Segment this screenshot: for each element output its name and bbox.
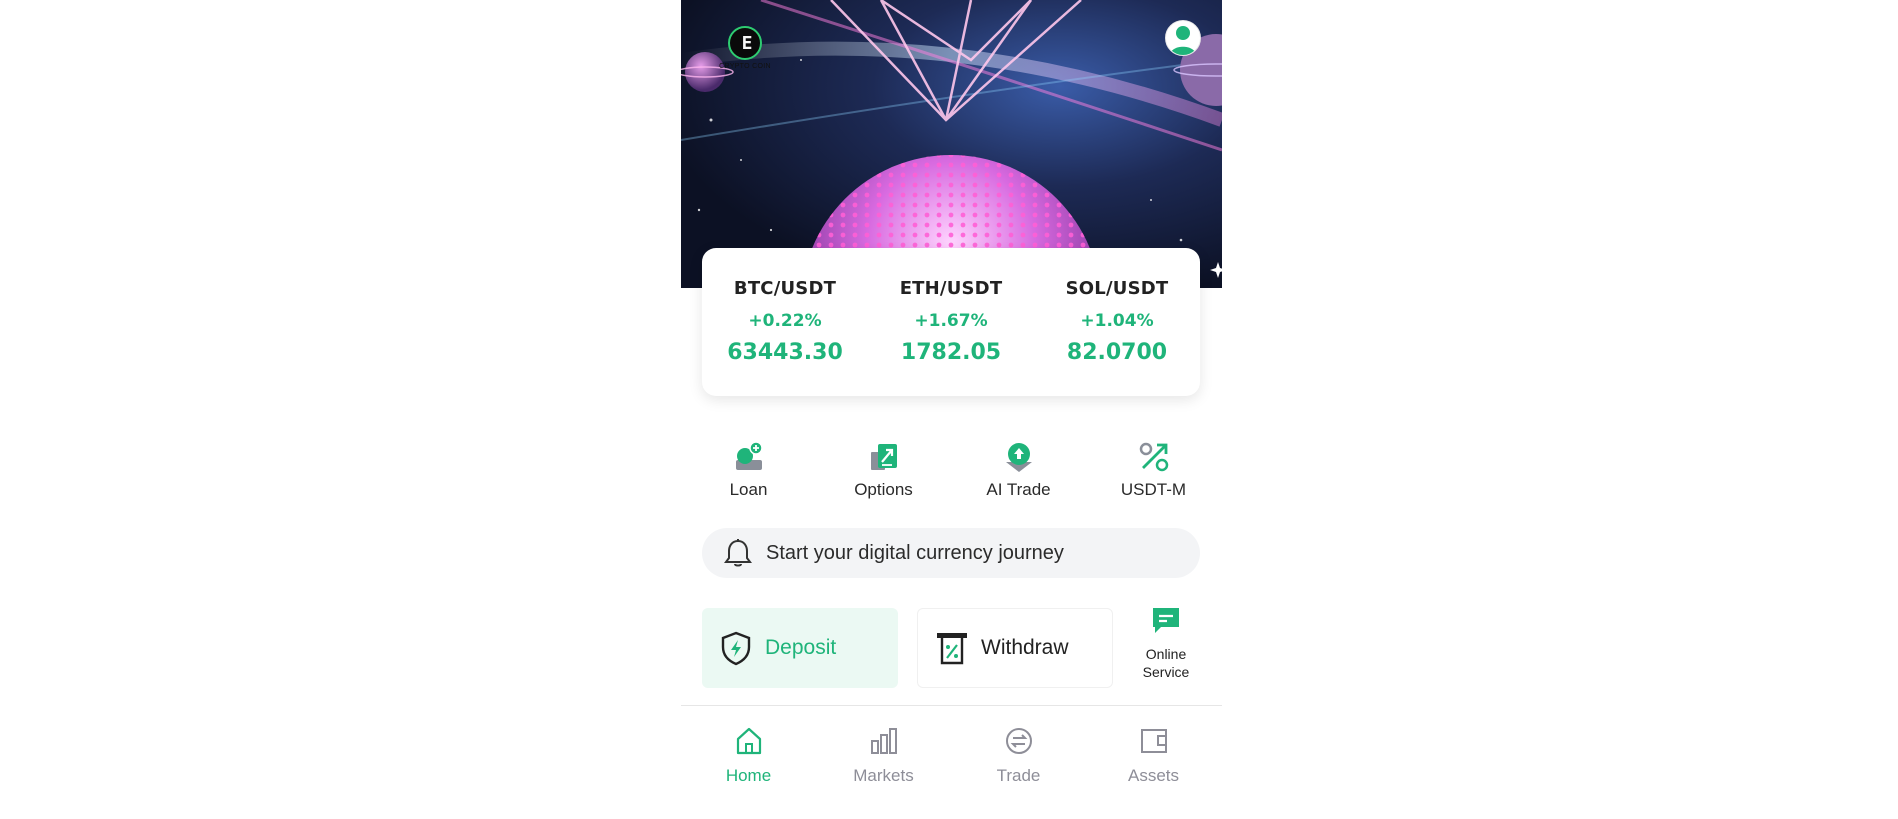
quick-action-ai-trade[interactable]: AI Trade bbox=[951, 440, 1086, 504]
ticker-pair: ETH/USDT bbox=[899, 278, 1003, 299]
ticker-sol[interactable]: SOL/USDT +1.04% 82.0700 bbox=[1034, 248, 1200, 396]
ticker-pair: SOL/USDT bbox=[1065, 278, 1169, 299]
ticker-change: +1.04% bbox=[1080, 311, 1154, 331]
deposit-button[interactable]: Deposit bbox=[702, 608, 898, 688]
quick-action-label: Loan bbox=[729, 480, 768, 499]
nav-assets[interactable]: Assets bbox=[1086, 706, 1221, 819]
ticker-eth[interactable]: ETH/USDT +1.67% 1782.05 bbox=[868, 248, 1034, 396]
nav-label: Home bbox=[725, 766, 772, 785]
mobile-app: E CRYPTO COIN BTC/USDT +0.22% 63443.30 E… bbox=[681, 0, 1222, 818]
withdraw-label: Withdraw bbox=[981, 636, 1069, 659]
ticker-change: +1.67% bbox=[914, 311, 988, 331]
wallet-icon bbox=[1140, 729, 1167, 753]
announcement-bar[interactable]: Start your digital currency journey bbox=[702, 528, 1200, 578]
nav-trade[interactable]: Trade bbox=[951, 706, 1086, 819]
ticker-price: 63443.30 bbox=[727, 340, 843, 365]
nav-markets[interactable]: Markets bbox=[816, 706, 951, 819]
ticker-price: 82.0700 bbox=[1066, 340, 1168, 365]
bar-chart-icon bbox=[870, 728, 897, 754]
ticker-card: BTC/USDT +0.22% 63443.30 ETH/USDT +1.67%… bbox=[702, 248, 1200, 396]
quick-action-usdt-m[interactable]: USDT-M bbox=[1086, 440, 1221, 504]
nav-home[interactable]: Home bbox=[681, 706, 816, 819]
online-service-button[interactable]: Online Service bbox=[1125, 606, 1207, 681]
online-service-label-line1: Online bbox=[1145, 646, 1187, 662]
atm-percent-icon bbox=[937, 633, 967, 665]
quick-action-label: AI Trade bbox=[986, 480, 1051, 499]
nav-label: Assets bbox=[1127, 766, 1180, 785]
nav-label: Trade bbox=[996, 766, 1041, 785]
bottom-nav: Home Markets Trade Assets bbox=[681, 705, 1222, 819]
logo-letter: E bbox=[741, 33, 753, 54]
percent-arrow-icon bbox=[1139, 442, 1168, 472]
announcement-text: Start your digital currency journey bbox=[766, 541, 1064, 564]
quick-action-label: Options bbox=[854, 480, 913, 499]
bell-icon bbox=[724, 539, 752, 567]
loan-icon bbox=[735, 441, 763, 470]
home-icon bbox=[736, 727, 761, 755]
logo-text: CRYPTO COIN bbox=[719, 63, 771, 70]
ticker-pair: BTC/USDT bbox=[733, 278, 837, 299]
logo-badge: E bbox=[728, 26, 762, 60]
chat-icon bbox=[1153, 608, 1179, 633]
hero-banner: E CRYPTO COIN bbox=[681, 0, 1222, 288]
quick-actions: Loan Options AI Trade USDT-M bbox=[681, 440, 1222, 504]
ai-trade-icon bbox=[1005, 443, 1032, 472]
options-icon bbox=[870, 444, 897, 470]
quick-action-label: USDT-M bbox=[1120, 480, 1187, 499]
nav-label: Markets bbox=[853, 766, 914, 785]
deposit-label: Deposit bbox=[765, 636, 837, 659]
brand-logo[interactable]: E CRYPTO COIN bbox=[719, 26, 771, 76]
ticker-btc[interactable]: BTC/USDT +0.22% 63443.30 bbox=[702, 248, 868, 396]
exchange-icon bbox=[1005, 728, 1032, 754]
online-service-label-line2: Service bbox=[1142, 664, 1190, 680]
ticker-price: 1782.05 bbox=[900, 340, 1002, 365]
quick-action-loan[interactable]: Loan bbox=[681, 440, 816, 504]
withdraw-button[interactable]: Withdraw bbox=[917, 608, 1113, 688]
user-avatar-icon[interactable] bbox=[1165, 20, 1201, 56]
shield-bolt-icon bbox=[721, 631, 751, 666]
ticker-change: +0.22% bbox=[748, 311, 822, 331]
quick-action-options[interactable]: Options bbox=[816, 440, 951, 504]
